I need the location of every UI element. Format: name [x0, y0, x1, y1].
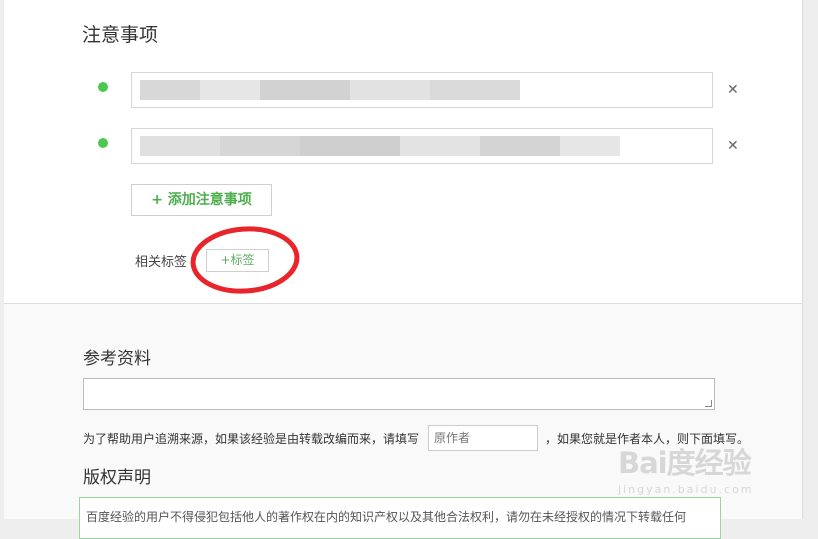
blurred-text [480, 136, 560, 156]
blurred-text [200, 80, 260, 100]
copyright-text: 百度经验的用户不得侵犯包括他人的著作权在内的知识产权以及其他合法权利，请勿在未经… [86, 510, 687, 524]
references-title: 参考资料 [83, 349, 151, 369]
editor-card: 注意事项 ✕ ✕ + 添加注意事项 相关标签 +标签 参考资料 为了帮助用户追溯… [4, 0, 803, 539]
blurred-text [350, 80, 430, 100]
remove-note-1-icon[interactable]: ✕ [727, 82, 739, 98]
references-textarea[interactable] [83, 378, 715, 410]
note-input-2[interactable] [131, 128, 713, 164]
references-hint-after: ，如果您就是作者本人，则下面填写。 [545, 432, 750, 446]
notes-section: 注意事项 ✕ ✕ + 添加注意事项 相关标签 +标签 [4, 0, 802, 304]
remove-note-2-icon[interactable]: ✕ [727, 138, 739, 154]
notes-title: 注意事项 [82, 24, 159, 46]
bullet-dot-icon [98, 138, 108, 148]
blurred-text [400, 136, 480, 156]
tags-label: 相关标签 [135, 255, 188, 270]
blurred-text [430, 80, 520, 100]
add-tag-button[interactable]: +标签 [206, 249, 269, 272]
resize-grip-icon[interactable] [705, 400, 712, 407]
blurred-text [220, 136, 300, 156]
blurred-text [560, 136, 620, 156]
bullet-dot-icon [98, 82, 108, 92]
blurred-text [140, 80, 200, 100]
add-note-button[interactable]: + 添加注意事项 [131, 184, 272, 216]
blurred-text [260, 80, 350, 100]
references-hint-before: 为了帮助用户追溯来源，如果该经验是由转载改编而来，请填写 [83, 432, 420, 446]
copyright-title: 版权声明 [83, 468, 151, 488]
blurred-text [300, 136, 400, 156]
note-input-1[interactable] [131, 72, 713, 108]
original-author-input[interactable] [428, 425, 538, 451]
copyright-notice-box: 百度经验的用户不得侵犯包括他人的著作权在内的知识产权以及其他合法权利，请勿在未经… [79, 497, 721, 539]
blurred-text [140, 136, 220, 156]
